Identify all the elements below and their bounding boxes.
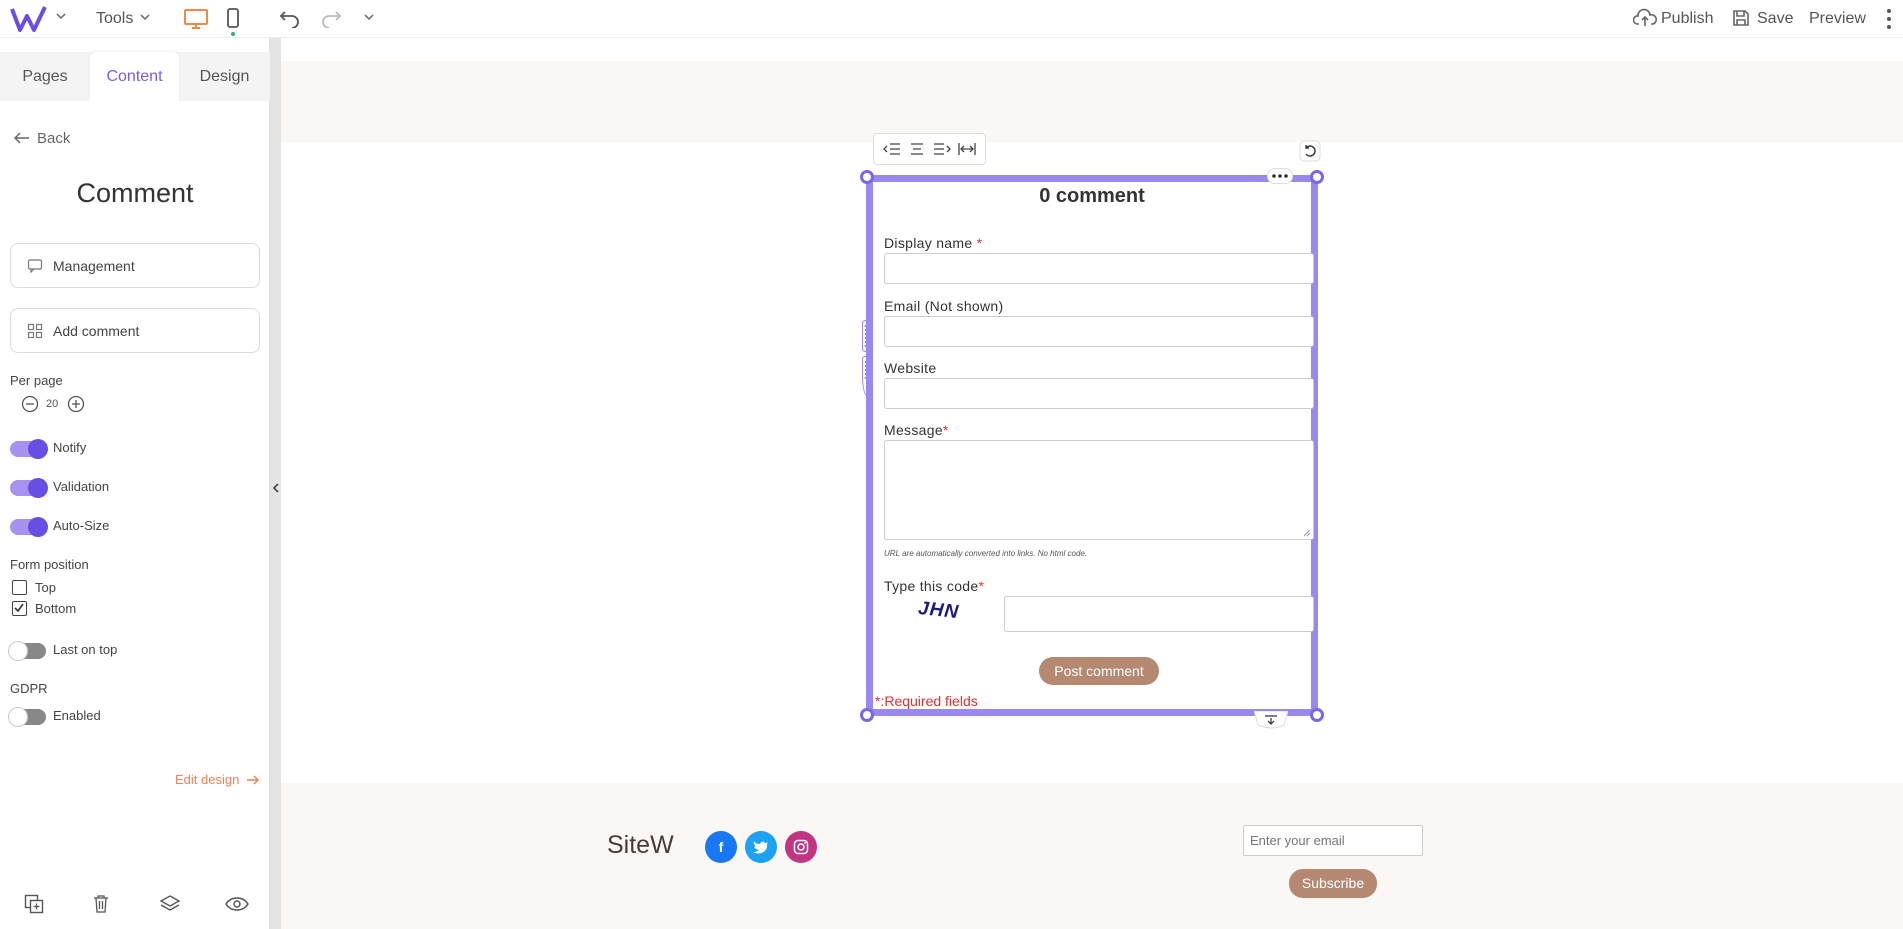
- gdpr-enabled-label: Enabled: [53, 708, 101, 723]
- more-options-icon[interactable]: [1267, 168, 1293, 184]
- required-fields-note: *:Required fields: [875, 693, 978, 709]
- preview-button[interactable]: Preview: [1809, 10, 1866, 28]
- camera-glyph: [793, 839, 809, 855]
- align-right-icon[interactable]: [933, 142, 951, 156]
- back-arrow-icon[interactable]: [14, 132, 30, 144]
- grid-icon: [27, 323, 43, 339]
- bottom-option-label: Bottom: [35, 601, 77, 616]
- email-input[interactable]: [884, 316, 1314, 347]
- display-name-label: Display name *: [884, 235, 983, 251]
- redo-icon[interactable]: [320, 8, 342, 28]
- last-on-top-label: Last on top: [53, 642, 118, 657]
- duplicate-icon[interactable]: [24, 894, 44, 914]
- chevron-left-icon[interactable]: [272, 483, 279, 493]
- mobile-view-icon[interactable]: [226, 7, 240, 37]
- tab-design[interactable]: Design: [179, 52, 270, 101]
- back-link[interactable]: Back: [37, 130, 70, 147]
- footer-brand: SiteW: [607, 831, 674, 859]
- url-note: URL are automatically converted into lin…: [884, 549, 1088, 558]
- align-center-icon[interactable]: [908, 142, 926, 156]
- display-name-input[interactable]: [884, 253, 1314, 284]
- auto-size-label: Auto-Size: [53, 518, 110, 533]
- top-toolbar: W Tools Publish Save Preview: [0, 0, 1903, 38]
- footer-band: [281, 783, 1903, 929]
- code-label: Type this code*: [884, 578, 985, 594]
- reset-icon[interactable]: [1299, 140, 1321, 162]
- post-comment-button[interactable]: Post comment: [1039, 657, 1159, 685]
- subscribe-button[interactable]: Subscribe: [1289, 869, 1377, 898]
- per-page-value[interactable]: 20: [46, 398, 58, 410]
- bottom-checkbox[interactable]: [12, 601, 27, 616]
- save-button[interactable]: Save: [1757, 10, 1793, 28]
- plus-circle-icon[interactable]: [67, 395, 85, 413]
- minus-circle-icon[interactable]: [21, 395, 39, 413]
- alignment-toolbar: [873, 133, 986, 165]
- top-option-label: Top: [35, 580, 56, 595]
- validation-label: Validation: [53, 479, 110, 494]
- comment-count-title: 0 comment: [1039, 185, 1145, 207]
- undo-icon[interactable]: [279, 8, 301, 28]
- panel-title: Comment: [76, 178, 194, 208]
- twitter-icon[interactable]: [745, 831, 777, 863]
- auto-size-toggle[interactable]: [10, 517, 48, 537]
- top-checkbox[interactable]: [12, 580, 27, 595]
- resize-grip-icon[interactable]: [1303, 529, 1311, 537]
- resize-handle-bottom-left[interactable]: [860, 708, 874, 722]
- gdpr-toggle[interactable]: [8, 707, 46, 727]
- website-input[interactable]: [884, 378, 1314, 409]
- align-left-icon[interactable]: [883, 142, 901, 156]
- management-label: Management: [53, 257, 135, 274]
- sitew-logo[interactable]: W: [10, 4, 48, 34]
- website-label: Website: [884, 360, 937, 376]
- more-vertical-icon[interactable]: [1886, 8, 1892, 30]
- tab-pages[interactable]: Pages: [0, 52, 90, 101]
- tab-content[interactable]: Content: [90, 52, 179, 101]
- check-icon: [14, 603, 24, 613]
- stretch-width-icon[interactable]: [957, 142, 976, 156]
- notify-toggle[interactable]: [10, 439, 48, 459]
- chevron-down-icon[interactable]: [140, 14, 150, 22]
- resize-handle-bottom-right[interactable]: [1310, 708, 1324, 722]
- panel-collapse-strip[interactable]: [270, 38, 281, 929]
- validation-toggle[interactable]: [10, 478, 48, 498]
- comment-icon: [27, 259, 43, 274]
- message-textarea[interactable]: [884, 440, 1314, 540]
- edit-design-link[interactable]: Edit design: [175, 772, 239, 787]
- gdpr-label: GDPR: [10, 681, 48, 696]
- captcha-image: JHN: [917, 597, 961, 624]
- bottom-anchor-icon[interactable]: [1254, 711, 1288, 729]
- publish-button[interactable]: Publish: [1661, 10, 1713, 28]
- facebook-icon[interactable]: f: [705, 831, 737, 863]
- add-comment-label: Add comment: [53, 322, 140, 339]
- chevron-down-icon[interactable]: [364, 14, 374, 22]
- email-label: Email (Not shown): [884, 298, 1004, 314]
- comment-widget[interactable]: 0 comment Display name * Email (Not show…: [866, 175, 1318, 716]
- tools-menu[interactable]: Tools: [96, 10, 133, 28]
- notify-label: Notify: [53, 440, 87, 455]
- save-icon[interactable]: [1731, 8, 1751, 28]
- add-comment-button[interactable]: Add comment: [10, 308, 260, 353]
- publish-icon[interactable]: [1633, 8, 1657, 28]
- message-label: Message*: [884, 422, 949, 438]
- captcha-input[interactable]: [1004, 596, 1314, 632]
- bird-glyph: [753, 841, 768, 854]
- instagram-icon[interactable]: [785, 831, 817, 863]
- chevron-down-icon[interactable]: [56, 13, 66, 21]
- trash-icon[interactable]: [93, 894, 109, 914]
- panel-tabs: Pages Content Design: [0, 52, 270, 101]
- layers-icon[interactable]: [159, 894, 181, 914]
- arrow-right-icon[interactable]: [246, 775, 260, 785]
- desktop-view-icon[interactable]: [183, 8, 209, 30]
- last-on-top-toggle[interactable]: [8, 641, 46, 661]
- resize-handle-top-right[interactable]: [1310, 170, 1324, 184]
- newsletter-email-input[interactable]: [1243, 825, 1423, 856]
- per-page-label: Per page: [10, 373, 63, 388]
- resize-handle-top-left[interactable]: [860, 170, 874, 184]
- header-band: [281, 61, 1903, 142]
- management-button[interactable]: Management: [10, 243, 260, 288]
- left-panel: Pages Content Design Back Comment Manage…: [0, 38, 270, 929]
- form-position-label: Form position: [10, 557, 89, 572]
- eye-icon[interactable]: [225, 897, 249, 911]
